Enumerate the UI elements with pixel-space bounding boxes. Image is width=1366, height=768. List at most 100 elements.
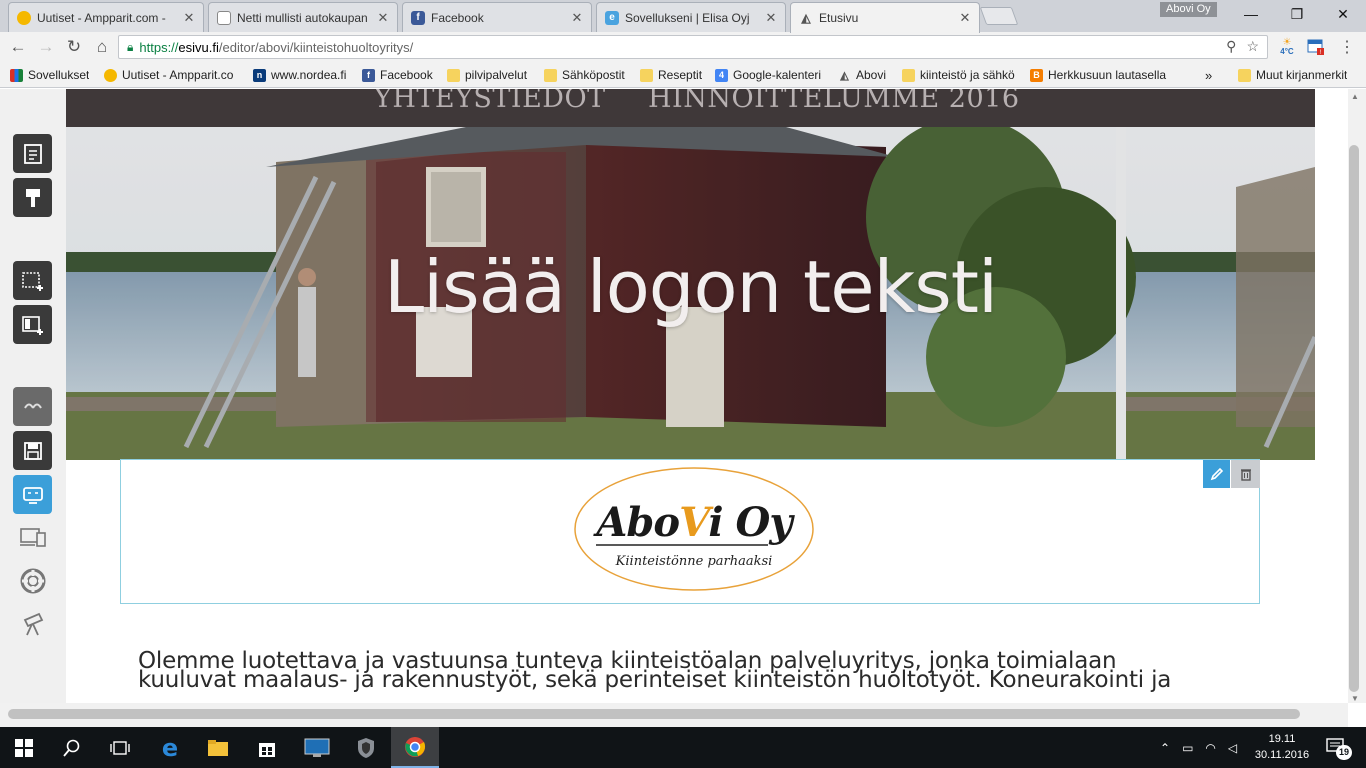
pages-button[interactable] bbox=[13, 134, 52, 173]
bookmarks-overflow-button[interactable]: » bbox=[1205, 67, 1212, 83]
new-tab-button[interactable] bbox=[979, 7, 1019, 25]
scroll-down-icon[interactable]: ▼ bbox=[1351, 694, 1359, 703]
forward-icon[interactable]: → bbox=[35, 36, 57, 58]
battery-icon[interactable]: ▭ bbox=[1182, 741, 1193, 755]
close-tab-icon[interactable]: ✕ bbox=[377, 10, 389, 26]
bookmark-star-icon[interactable]: ☆ bbox=[1246, 38, 1259, 55]
windows-taskbar: e ⌃ ▭ ◠ ◁ 19.11 30.11.2016 19 bbox=[0, 727, 1366, 768]
vertical-scrollbar-thumb[interactable] bbox=[1349, 145, 1359, 692]
file-explorer-button[interactable] bbox=[194, 727, 242, 768]
address-bar[interactable]: 🔒︎ https://esivu.fi/editor/abovi/kiintei… bbox=[118, 35, 1268, 59]
logo-name-part2: i Oy bbox=[708, 499, 792, 546]
other-bookmarks[interactable]: Muut kirjanmerkit bbox=[1238, 67, 1347, 83]
devices-icon bbox=[19, 527, 46, 547]
intro-line-2: kuuluvat maalaus- ja rakennustyöt, sekä … bbox=[138, 667, 1172, 693]
lock-icon: 🔒︎ bbox=[127, 39, 134, 54]
bookmark-label: pilvipalvelut bbox=[465, 68, 528, 82]
edge-taskbar-button[interactable]: e bbox=[146, 727, 194, 768]
close-tab-icon[interactable]: ✕ bbox=[959, 10, 971, 26]
nav-item-hinnoittelumme[interactable]: HINNOITTELUMME 2016 bbox=[648, 89, 1020, 114]
bookmark-label: Google-kalenteri bbox=[733, 68, 822, 82]
add-element-button[interactable] bbox=[13, 305, 52, 344]
bookmark-herkkusuun[interactable]: B Herkkusuun lautasella bbox=[1030, 67, 1170, 83]
reload-icon[interactable]: ↻ bbox=[63, 36, 85, 58]
add-section-button[interactable] bbox=[13, 261, 52, 300]
horizontal-scrollbar-thumb[interactable] bbox=[8, 709, 1300, 719]
weather-extension-icon[interactable]: ☀ 4°C bbox=[1276, 37, 1298, 57]
tab-elisa[interactable]: e Sovellukseni | Elisa Oyj ✕ bbox=[596, 2, 786, 32]
close-window-icon[interactable]: ✕ bbox=[1320, 0, 1366, 28]
browser-toolbar: ← → ↻ ⌂ 🔒︎ https://esivu.fi/editor/abovi… bbox=[0, 32, 1366, 62]
bookmark-sahkopostit[interactable]: Sähköpostit bbox=[544, 67, 625, 83]
scroll-up-icon[interactable]: ▲ bbox=[1351, 92, 1359, 101]
volume-icon[interactable]: ◁ bbox=[1228, 741, 1237, 755]
publish-button[interactable] bbox=[13, 604, 52, 643]
store-button[interactable] bbox=[243, 727, 291, 768]
search-button[interactable] bbox=[48, 727, 96, 768]
profile-button[interactable]: Abovi Oy bbox=[1160, 2, 1217, 17]
bookmark-google-calendar[interactable]: 4 Google-kalenteri bbox=[715, 67, 821, 83]
bookmark-abovi[interactable]: ◭ Abovi bbox=[838, 67, 886, 83]
edit-pencil-button[interactable] bbox=[1203, 460, 1230, 488]
undo-button[interactable] bbox=[13, 387, 52, 426]
logo-tagline: Kiinteistönne parhaaksi bbox=[615, 554, 773, 569]
bookmark-kiinteisto[interactable]: kiinteistö ja sähkö bbox=[902, 67, 1015, 83]
taskbar-clock[interactable]: 19.11 30.11.2016 bbox=[1252, 731, 1312, 763]
save-button[interactable] bbox=[13, 431, 52, 470]
responsive-view-button[interactable] bbox=[13, 517, 52, 556]
blogger-icon: B bbox=[1030, 68, 1043, 82]
nav-item-yhteystiedot[interactable]: YHTEYSTIEDOT bbox=[374, 89, 606, 114]
hero-logo-text[interactable]: Lisää logon teksti bbox=[66, 245, 1315, 329]
action-center-button[interactable]: 19 bbox=[1326, 737, 1352, 760]
bookmark-nordea[interactable]: n www.nordea.fi bbox=[253, 67, 346, 83]
page-icon bbox=[217, 10, 231, 25]
restore-icon[interactable]: ❐ bbox=[1274, 0, 1320, 28]
facebook-icon: f bbox=[411, 10, 425, 25]
task-view-button[interactable] bbox=[96, 727, 144, 768]
home-icon[interactable]: ⌂ bbox=[91, 36, 113, 58]
edge-icon: e bbox=[161, 733, 179, 762]
zoom-icon[interactable]: ⚲ bbox=[1226, 38, 1236, 55]
close-tab-icon[interactable]: ✕ bbox=[183, 10, 195, 26]
bookmark-label: Facebook bbox=[380, 68, 433, 82]
windows-start-button[interactable] bbox=[0, 727, 48, 768]
tab-title: Facebook bbox=[431, 10, 484, 25]
close-tab-icon[interactable]: ✕ bbox=[765, 10, 777, 26]
tab-netti[interactable]: Netti mullisti autokaupan ✕ bbox=[208, 2, 398, 32]
help-button[interactable] bbox=[13, 561, 52, 600]
bookmark-label: Reseptit bbox=[658, 68, 703, 82]
paintbrush-icon bbox=[25, 188, 40, 207]
bookmark-reseptit[interactable]: Reseptit bbox=[640, 67, 702, 83]
lenovo-app-button[interactable] bbox=[293, 727, 341, 768]
close-tab-icon[interactable]: ✕ bbox=[571, 10, 583, 26]
wifi-icon[interactable]: ◠ bbox=[1205, 741, 1215, 755]
bookmark-apps[interactable]: Sovellukset bbox=[10, 67, 89, 83]
tab-facebook[interactable]: f Facebook ✕ bbox=[402, 2, 592, 32]
calendar-extension-icon[interactable]: ! bbox=[1305, 37, 1327, 57]
design-button[interactable] bbox=[13, 178, 52, 217]
folder-icon bbox=[640, 68, 653, 82]
tab-title: Sovellukseni | Elisa Oyj bbox=[625, 10, 750, 25]
bookmark-label: kiinteistö ja sähkö bbox=[920, 68, 1015, 82]
tab-title: Uutiset - Ampparit.com - bbox=[37, 10, 166, 25]
esivu-icon: ◭ bbox=[801, 11, 811, 25]
bookmark-ampparit[interactable]: Uutiset - Ampparit.co bbox=[104, 67, 242, 83]
tab-ampparit[interactable]: Uutiset - Ampparit.com - ✕ bbox=[8, 2, 204, 32]
apps-grid-icon bbox=[10, 68, 23, 82]
preview-button[interactable] bbox=[13, 475, 52, 514]
tab-etusivu[interactable]: ◭ Etusivu ✕ bbox=[790, 2, 980, 33]
folder-icon bbox=[544, 68, 557, 82]
calendar-icon: 4 bbox=[715, 68, 728, 82]
delete-block-button[interactable] bbox=[1231, 460, 1260, 488]
facebook-icon: f bbox=[362, 68, 375, 82]
back-icon[interactable]: ← bbox=[7, 36, 29, 58]
chrome-taskbar-button[interactable] bbox=[391, 727, 439, 768]
chevron-up-icon[interactable]: ⌃ bbox=[1160, 741, 1170, 755]
bookmark-label: Muut kirjanmerkit bbox=[1256, 68, 1348, 82]
bookmark-pilvipalvelut[interactable]: pilvipalvelut bbox=[447, 67, 527, 83]
minimize-icon[interactable]: — bbox=[1228, 0, 1274, 28]
menu-icon[interactable]: ⋮ bbox=[1336, 37, 1358, 57]
bookmark-facebook[interactable]: f Facebook bbox=[362, 67, 433, 83]
security-app-button[interactable] bbox=[342, 727, 390, 768]
browser-tab-strip: Uutiset - Ampparit.com - ✕ Netti mullist… bbox=[0, 0, 1366, 33]
